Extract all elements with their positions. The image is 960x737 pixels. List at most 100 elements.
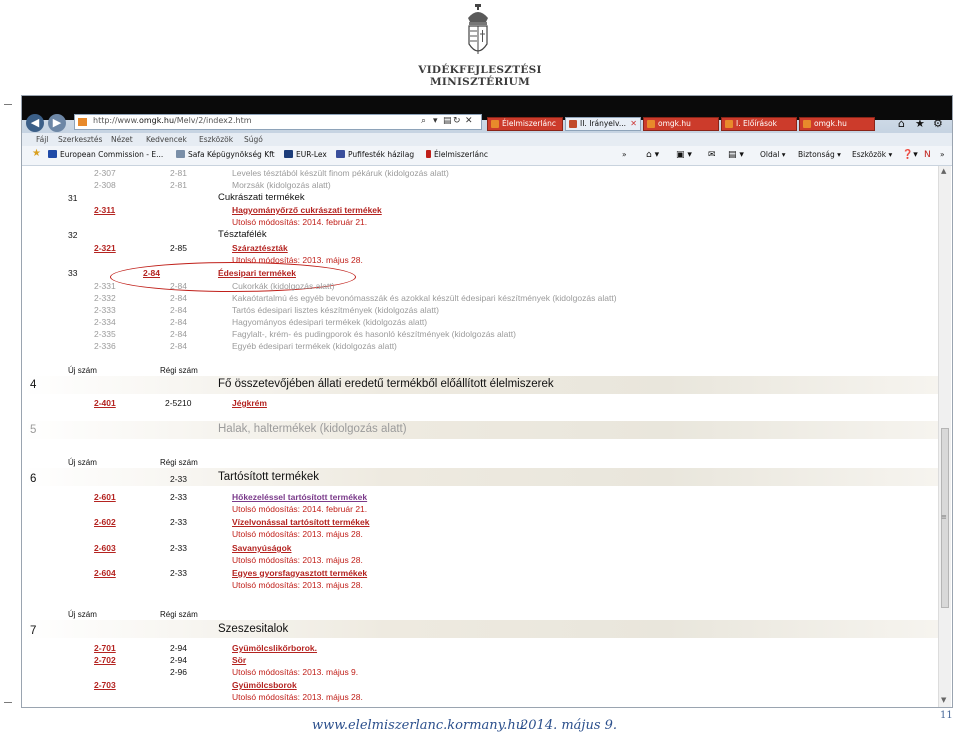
tab-elelmiszerlanc[interactable]: Élelmiszerlánc xyxy=(487,117,563,131)
feeds-icon[interactable]: ▣ ▾ xyxy=(676,150,692,160)
menu-edit[interactable]: Szerkesztés xyxy=(58,135,102,144)
address-url[interactable]: http://www.omgk.hu/Melv/2/index2.htm xyxy=(93,116,252,125)
favorite-label: Pufifesték házilag xyxy=(348,150,415,159)
safety-menu[interactable]: Biztonság ▾ xyxy=(798,150,841,159)
menu-view[interactable]: Nézet xyxy=(111,135,133,144)
search-icon[interactable]: ⌕ xyxy=(421,116,426,126)
ministry-name: VIDÉKFEJLESZTÉSI MINISZTÉRIUM xyxy=(380,64,580,88)
uk-flag-icon xyxy=(336,150,345,158)
forward-button[interactable]: ▶ xyxy=(48,114,66,132)
item-title: Kakaótartalmú és egyéb bevonómasszák és … xyxy=(232,293,617,303)
standard-link[interactable]: 2-602 xyxy=(94,517,116,527)
code-old: 2-33 xyxy=(170,474,188,484)
standard-link[interactable]: Jégkrém xyxy=(232,398,267,408)
back-button[interactable]: ◀ xyxy=(26,114,44,132)
tab-omgk-1[interactable]: omgk.hu xyxy=(643,117,719,131)
code-old: 2-84 xyxy=(170,317,188,327)
last-modified: Utolsó módosítás: 2013. május 28. xyxy=(232,580,363,590)
code-old: 2-96 xyxy=(170,667,188,677)
standard-link[interactable]: 2-702 xyxy=(94,655,116,665)
standard-link[interactable]: 2-604 xyxy=(94,568,116,578)
favorite-european-commission[interactable]: European Commission - E... xyxy=(48,150,163,159)
standard-link[interactable]: Savanyúságok xyxy=(232,543,292,553)
standard-link[interactable]: Gyümölcsborok xyxy=(232,680,297,690)
chevron-more-icon[interactable]: » xyxy=(940,150,945,159)
home-icon[interactable]: ⌂ xyxy=(898,117,905,130)
vertical-scrollbar[interactable]: ▲ ≡ ▼ xyxy=(938,166,951,707)
favorite-label: European Commission - E... xyxy=(60,150,164,159)
favorite-pufifestek[interactable]: Pufifesték házilag xyxy=(336,150,414,159)
standard-link[interactable]: 2-401 xyxy=(94,398,116,408)
site-favicon-icon xyxy=(78,118,87,126)
menu-file[interactable]: Fájl xyxy=(36,135,48,144)
column-header-new: Új szám xyxy=(68,610,97,619)
standard-link[interactable]: Száraztészták xyxy=(232,243,288,253)
column-header-old: Régi szám xyxy=(160,610,198,619)
standard-link[interactable]: 2-603 xyxy=(94,543,116,553)
standard-link[interactable]: 2-703 xyxy=(94,680,116,690)
footer-date: 2014. május 9. xyxy=(520,718,618,733)
chapter-title: Fő összetevőjében állati eredetű termékb… xyxy=(218,378,554,390)
site-icon xyxy=(426,150,431,158)
refresh-icon[interactable]: ↻ xyxy=(453,116,461,126)
tab-omgk-2[interactable]: omgk.hu xyxy=(799,117,875,131)
standard-link[interactable]: Hagyományőrző cukrászati termékek xyxy=(232,205,382,215)
menu-help[interactable]: Súgó xyxy=(244,135,263,144)
tab-favicon-icon xyxy=(569,120,577,128)
favorite-elelmiszerlanc[interactable]: Élelmiszerlánc xyxy=(426,150,488,159)
scroll-down-icon[interactable]: ▼ xyxy=(941,696,946,704)
close-tab-icon[interactable]: ✕ xyxy=(630,118,637,130)
last-modified: Utolsó módosítás: 2013. május 28. xyxy=(232,555,363,565)
favorite-safa[interactable]: Safa Képügynökség Kft xyxy=(176,150,275,159)
scroll-up-icon[interactable]: ▲ xyxy=(941,167,946,175)
standard-link[interactable]: 2-601 xyxy=(94,492,116,502)
last-modified: Utolsó módosítás: 2013. május 9. xyxy=(232,667,359,677)
chapter-title: Tartósított termékek xyxy=(218,471,319,483)
chevron-more-icon[interactable]: » xyxy=(622,150,627,159)
standard-link[interactable]: Vízelvonással tartósított termékek xyxy=(232,517,369,527)
compat-view-icon[interactable]: ▤ xyxy=(443,116,452,126)
favorites-star-icon[interactable]: ★ xyxy=(32,148,41,159)
address-bar[interactable]: http://www.omgk.hu/Melv/2/index2.htm ⌕ ▾… xyxy=(74,114,482,130)
item-title: Tartós édesipari lisztes készítmények (k… xyxy=(232,305,439,315)
standard-link[interactable]: 2-321 xyxy=(94,243,116,253)
favorite-eur-lex[interactable]: EUR-Lex xyxy=(284,150,327,159)
addon-icon[interactable]: N xyxy=(924,150,931,160)
menu-favorites[interactable]: Kedvencek xyxy=(146,135,187,144)
page-menu[interactable]: Oldal ▾ xyxy=(760,150,786,159)
tab-eloirasok[interactable]: I. Előírások xyxy=(721,117,797,131)
item-title: Leveles tésztából készült finom pékáruk … xyxy=(232,168,449,178)
standard-link[interactable]: Egyes gyorsfagyasztott termékek xyxy=(232,568,367,578)
home-icon[interactable]: ⌂ ▾ xyxy=(646,150,659,160)
code-old: 2-33 xyxy=(170,543,188,553)
code-new: 2-331 xyxy=(94,281,116,291)
tab-label: I. Előírások xyxy=(736,119,777,128)
dropdown-icon[interactable]: ▾ xyxy=(433,116,438,126)
item-title: Morzsák (kidolgozás alatt) xyxy=(232,180,331,190)
tab-iranyelv[interactable]: II. Irányelv... ✕ xyxy=(565,117,641,131)
help-icon[interactable]: ❓▾ xyxy=(902,150,918,160)
standard-link[interactable]: 2-311 xyxy=(94,205,115,215)
standard-link[interactable]: Gyümölcslikőrborok. xyxy=(232,643,317,653)
favorites-star-icon[interactable]: ★ xyxy=(915,117,925,130)
menu-tools[interactable]: Eszközök xyxy=(199,135,233,144)
code-old: 2-84 xyxy=(170,329,188,339)
item-title: Fagylalt-, krém- és pudingporok és hason… xyxy=(232,329,516,339)
print-icon[interactable]: ▤ ▾ xyxy=(728,150,744,160)
code-old: 2-33 xyxy=(170,517,188,527)
chapter-number: 6 xyxy=(30,473,37,485)
ministry-name-line2: MINISZTÉRIUM xyxy=(429,76,531,88)
tab-label: II. Irányelv... xyxy=(580,119,626,128)
stop-icon[interactable]: ✕ xyxy=(465,116,473,126)
mail-icon[interactable]: ✉ xyxy=(708,150,716,160)
tools-menu[interactable]: Eszközök ▾ xyxy=(852,150,892,159)
standard-link[interactable]: 2-701 xyxy=(94,643,116,653)
standard-link[interactable]: Sör xyxy=(232,655,246,665)
standard-link[interactable]: Hőkezeléssel tartósított termékek xyxy=(232,492,367,502)
code-old: 2-84 xyxy=(170,293,188,303)
code-new: 2-336 xyxy=(94,341,116,351)
gear-icon[interactable]: ⚙ xyxy=(933,117,943,130)
footer-url: www.elelmiszerlanc.kormany.hu xyxy=(312,718,525,733)
hungarian-coat-of-arms-logo xyxy=(468,4,488,54)
favorite-label: EUR-Lex xyxy=(296,150,327,159)
